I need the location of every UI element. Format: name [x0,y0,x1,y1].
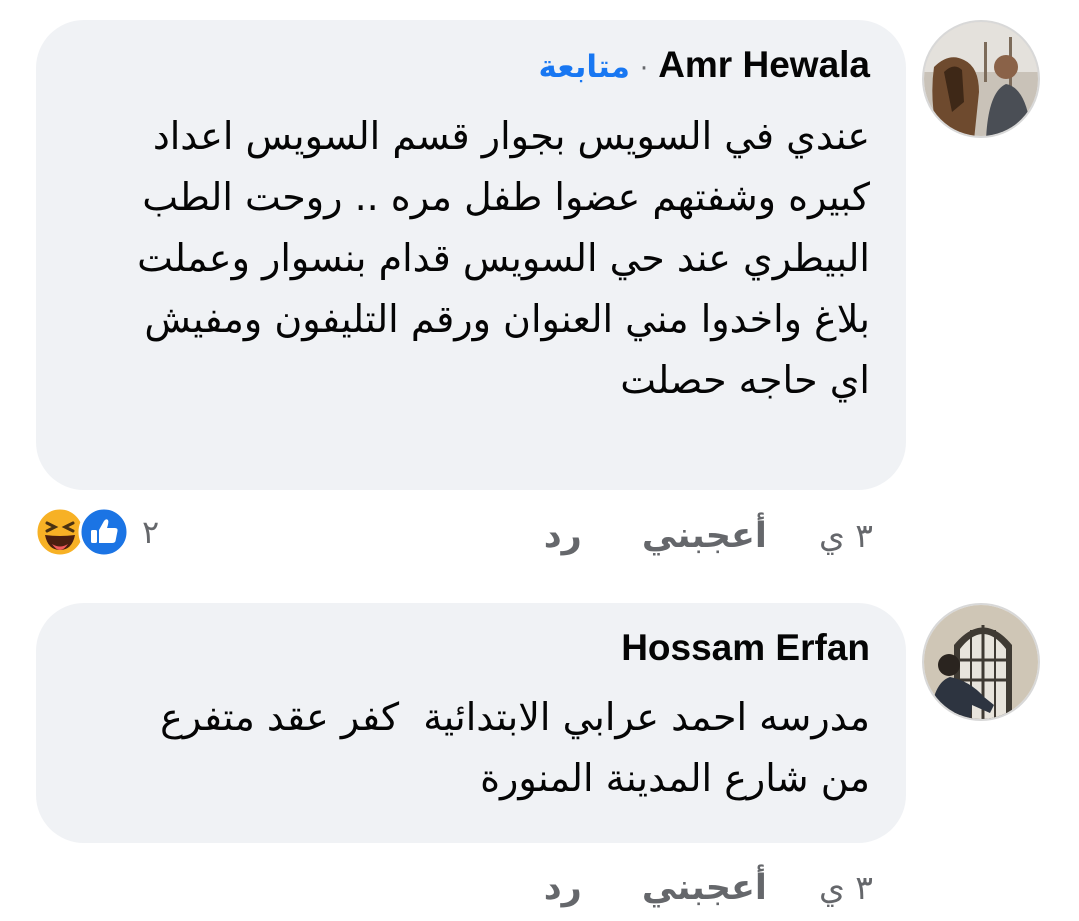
comment-text: مدرسه احمد عرابي الابتدائية كفر عقد متفر… [160,687,870,809]
comment-line: من شارع المدينة المنورة [480,756,870,800]
profile-photo [924,605,1038,719]
author-name[interactable]: Hossam Erfan [621,627,870,669]
reply-button[interactable]: رد [544,868,582,908]
comment-hossam-erfan: Hossam Erfan مدرسه احمد عرابي الابتدائية… [0,0,1079,921]
comment-line: مدرسه احمد عرابي الابتدائية كفر عقد متفر… [160,695,870,739]
comment-actions: ٣ ي أعجبني رد [544,868,873,908]
like-button[interactable]: أعجبني [642,868,767,908]
author-line: Hossam Erfan [621,627,870,669]
avatar[interactable] [922,603,1040,721]
timestamp[interactable]: ٣ ي [819,868,873,907]
comment-bubble: Hossam Erfan مدرسه احمد عرابي الابتدائية… [36,603,906,843]
